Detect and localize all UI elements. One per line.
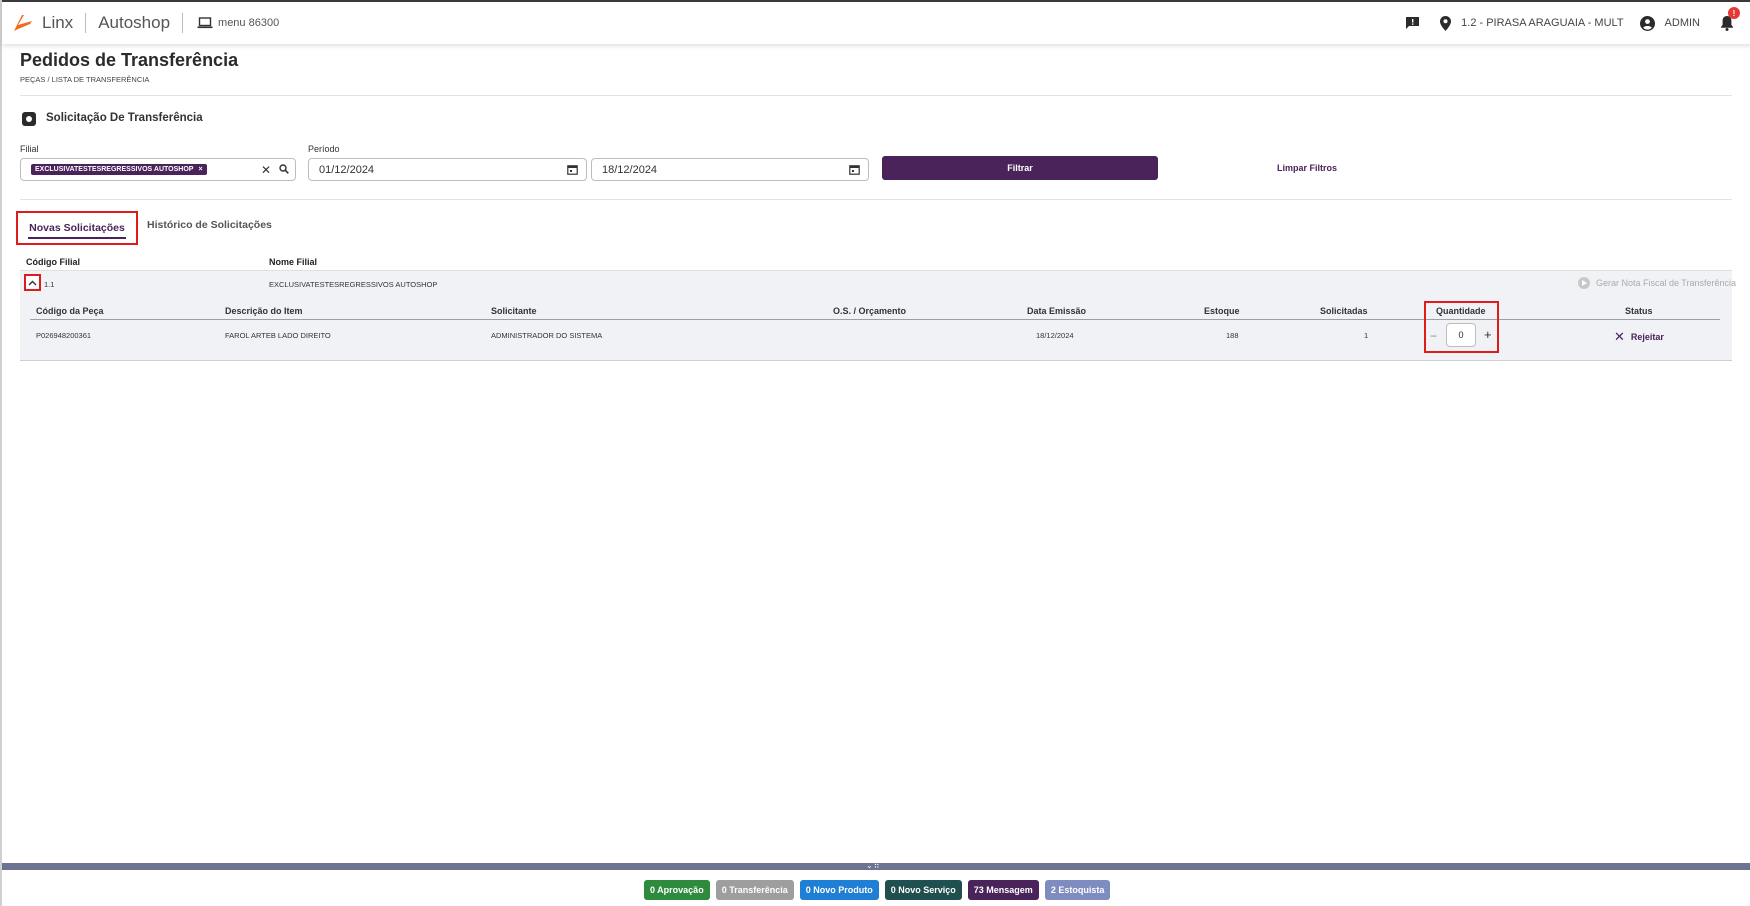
- expand-handle-icon[interactable]: ⌄⠿: [866, 861, 881, 870]
- date-to-value: 18/12/2024: [602, 163, 658, 176]
- product-name: Autoshop: [98, 13, 171, 32]
- divider: [182, 13, 184, 33]
- calendar-icon[interactable]: [567, 164, 578, 178]
- status-pill[interactable]: 73 Mensagem: [967, 880, 1039, 900]
- filial-chip-label: EXCLUSIVATESTESREGRESSIVOS AUTOSHOP: [35, 166, 194, 173]
- col-header-descricao: Descrição do Item: [225, 306, 303, 316]
- col-header-nome-filial: Nome Filial: [269, 257, 318, 267]
- play-icon: [1577, 277, 1590, 289]
- notifications-bell-icon[interactable]: !: [1720, 7, 1740, 31]
- clear-filters-button[interactable]: Limpar Filtros: [1262, 156, 1352, 180]
- divider: [20, 95, 1732, 96]
- date-to-input[interactable]: 18/12/2024: [591, 158, 869, 181]
- status-pill[interactable]: 0 Transferência: [715, 880, 794, 900]
- status-pill[interactable]: 2 Estoquista: [1044, 880, 1111, 900]
- date-from-value: 01/12/2024: [319, 163, 375, 176]
- status-pill[interactable]: 0 Novo Produto: [799, 880, 879, 900]
- user-name[interactable]: ADMIN: [1665, 17, 1700, 29]
- date-from-input[interactable]: 01/12/2024: [308, 158, 587, 181]
- increment-button[interactable]: +: [1484, 327, 1492, 342]
- tab-novas-solicitacoes[interactable]: Novas Solicitações: [16, 211, 138, 245]
- group-nome-filial: EXCLUSIVATESTESREGRESSIVOS AUTOSHOP: [269, 280, 438, 289]
- cell-codigo-peca: P026948200361: [36, 331, 92, 340]
- page-title: Pedidos de Transferência: [20, 50, 239, 70]
- filial-chip[interactable]: EXCLUSIVATESTESREGRESSIVOS AUTOSHOP ×: [31, 164, 207, 175]
- cell-solicitadas: 1: [1364, 331, 1369, 340]
- status-pill[interactable]: 0 Novo Serviço: [884, 880, 962, 900]
- close-icon: ✕: [1614, 329, 1625, 344]
- chip-remove-icon[interactable]: ×: [198, 166, 202, 173]
- top-bar: Linx Autoshop menu 86300 1.2 - PIRASA AR…: [2, 0, 1750, 44]
- col-header-solicitadas: Solicitadas: [1320, 306, 1368, 316]
- tab-historico-solicitacoes[interactable]: Histórico de Solicitações: [147, 219, 272, 231]
- col-header-status: Status: [1625, 306, 1653, 316]
- clear-icon[interactable]: ✕: [261, 163, 271, 177]
- quantity-input[interactable]: 0: [1446, 323, 1476, 347]
- gerar-nota-button[interactable]: Gerar Nota Fiscal de Transferência: [1577, 277, 1736, 289]
- divider: [20, 199, 1732, 200]
- user-avatar-icon[interactable]: [1639, 15, 1655, 31]
- col-header-solicitante: Solicitante: [491, 306, 537, 316]
- breadcrumb: PEÇAS / LISTA DE TRANSFERÊNCIA: [20, 75, 150, 84]
- search-icon[interactable]: [279, 163, 289, 177]
- col-header-codigo-peca: Código da Peça: [36, 306, 104, 316]
- col-header-data-emissao: Data Emissão: [1027, 306, 1087, 316]
- bottom-status-bar: ⌄⠿ 0 Aprovação 0 Transferência 0 Novo Prod…: [2, 861, 1750, 906]
- divider: [85, 13, 87, 33]
- col-header-estoque: Estoque: [1204, 306, 1240, 316]
- notifications-badge: !: [1728, 7, 1740, 19]
- cell-solicitante: ADMINISTRADOR DO SISTEMA: [491, 331, 603, 340]
- section-title: Solicitação De Transferência: [46, 112, 203, 124]
- group-codigo-filial: 1.1: [44, 280, 55, 289]
- location-pin-icon[interactable]: [1440, 15, 1452, 31]
- cell-estoque: 188: [1226, 331, 1239, 340]
- top-right-toolbar: 1.2 - PIRASA ARAGUAIA - MULT ADMIN !: [1405, 2, 1740, 44]
- section-icon: [22, 112, 36, 126]
- feedback-icon[interactable]: [1405, 16, 1420, 30]
- col-header-codigo-filial: Código Filial: [26, 257, 80, 267]
- laptop-icon[interactable]: [197, 17, 213, 29]
- col-header-os-orcamento: O.S. / Orçamento: [833, 306, 907, 316]
- gerar-nota-label: Gerar Nota Fiscal de Transferência: [1595, 278, 1736, 288]
- filter-button[interactable]: Filtrar: [882, 156, 1158, 180]
- reject-label: Rejeitar: [1630, 332, 1664, 342]
- filial-select[interactable]: EXCLUSIVATESTESREGRESSIVOS AUTOSHOP × ✕: [20, 158, 296, 181]
- collapse-chevron-icon[interactable]: [24, 274, 41, 291]
- calendar-icon[interactable]: [849, 164, 860, 178]
- linx-logo-icon[interactable]: [12, 12, 34, 34]
- status-pills: 0 Aprovação 0 Transferência 0 Novo Produto…: [644, 880, 1111, 900]
- brand-name: Linx: [42, 13, 74, 32]
- filial-label: Filial: [20, 144, 39, 154]
- cell-descricao: FAROL ARTEB LADO DIREITO: [225, 331, 331, 340]
- periodo-label: Período: [308, 144, 340, 154]
- decrement-button[interactable]: −: [1430, 329, 1437, 343]
- cell-data-emissao: 18/12/2024: [1036, 331, 1074, 340]
- menu-code: menu 86300: [218, 17, 280, 29]
- branch-selector[interactable]: 1.2 - PIRASA ARAGUAIA - MULT: [1461, 17, 1623, 29]
- reject-button[interactable]: ✕ Rejeitar: [1614, 329, 1664, 345]
- status-pill[interactable]: 0 Aprovação: [644, 880, 710, 900]
